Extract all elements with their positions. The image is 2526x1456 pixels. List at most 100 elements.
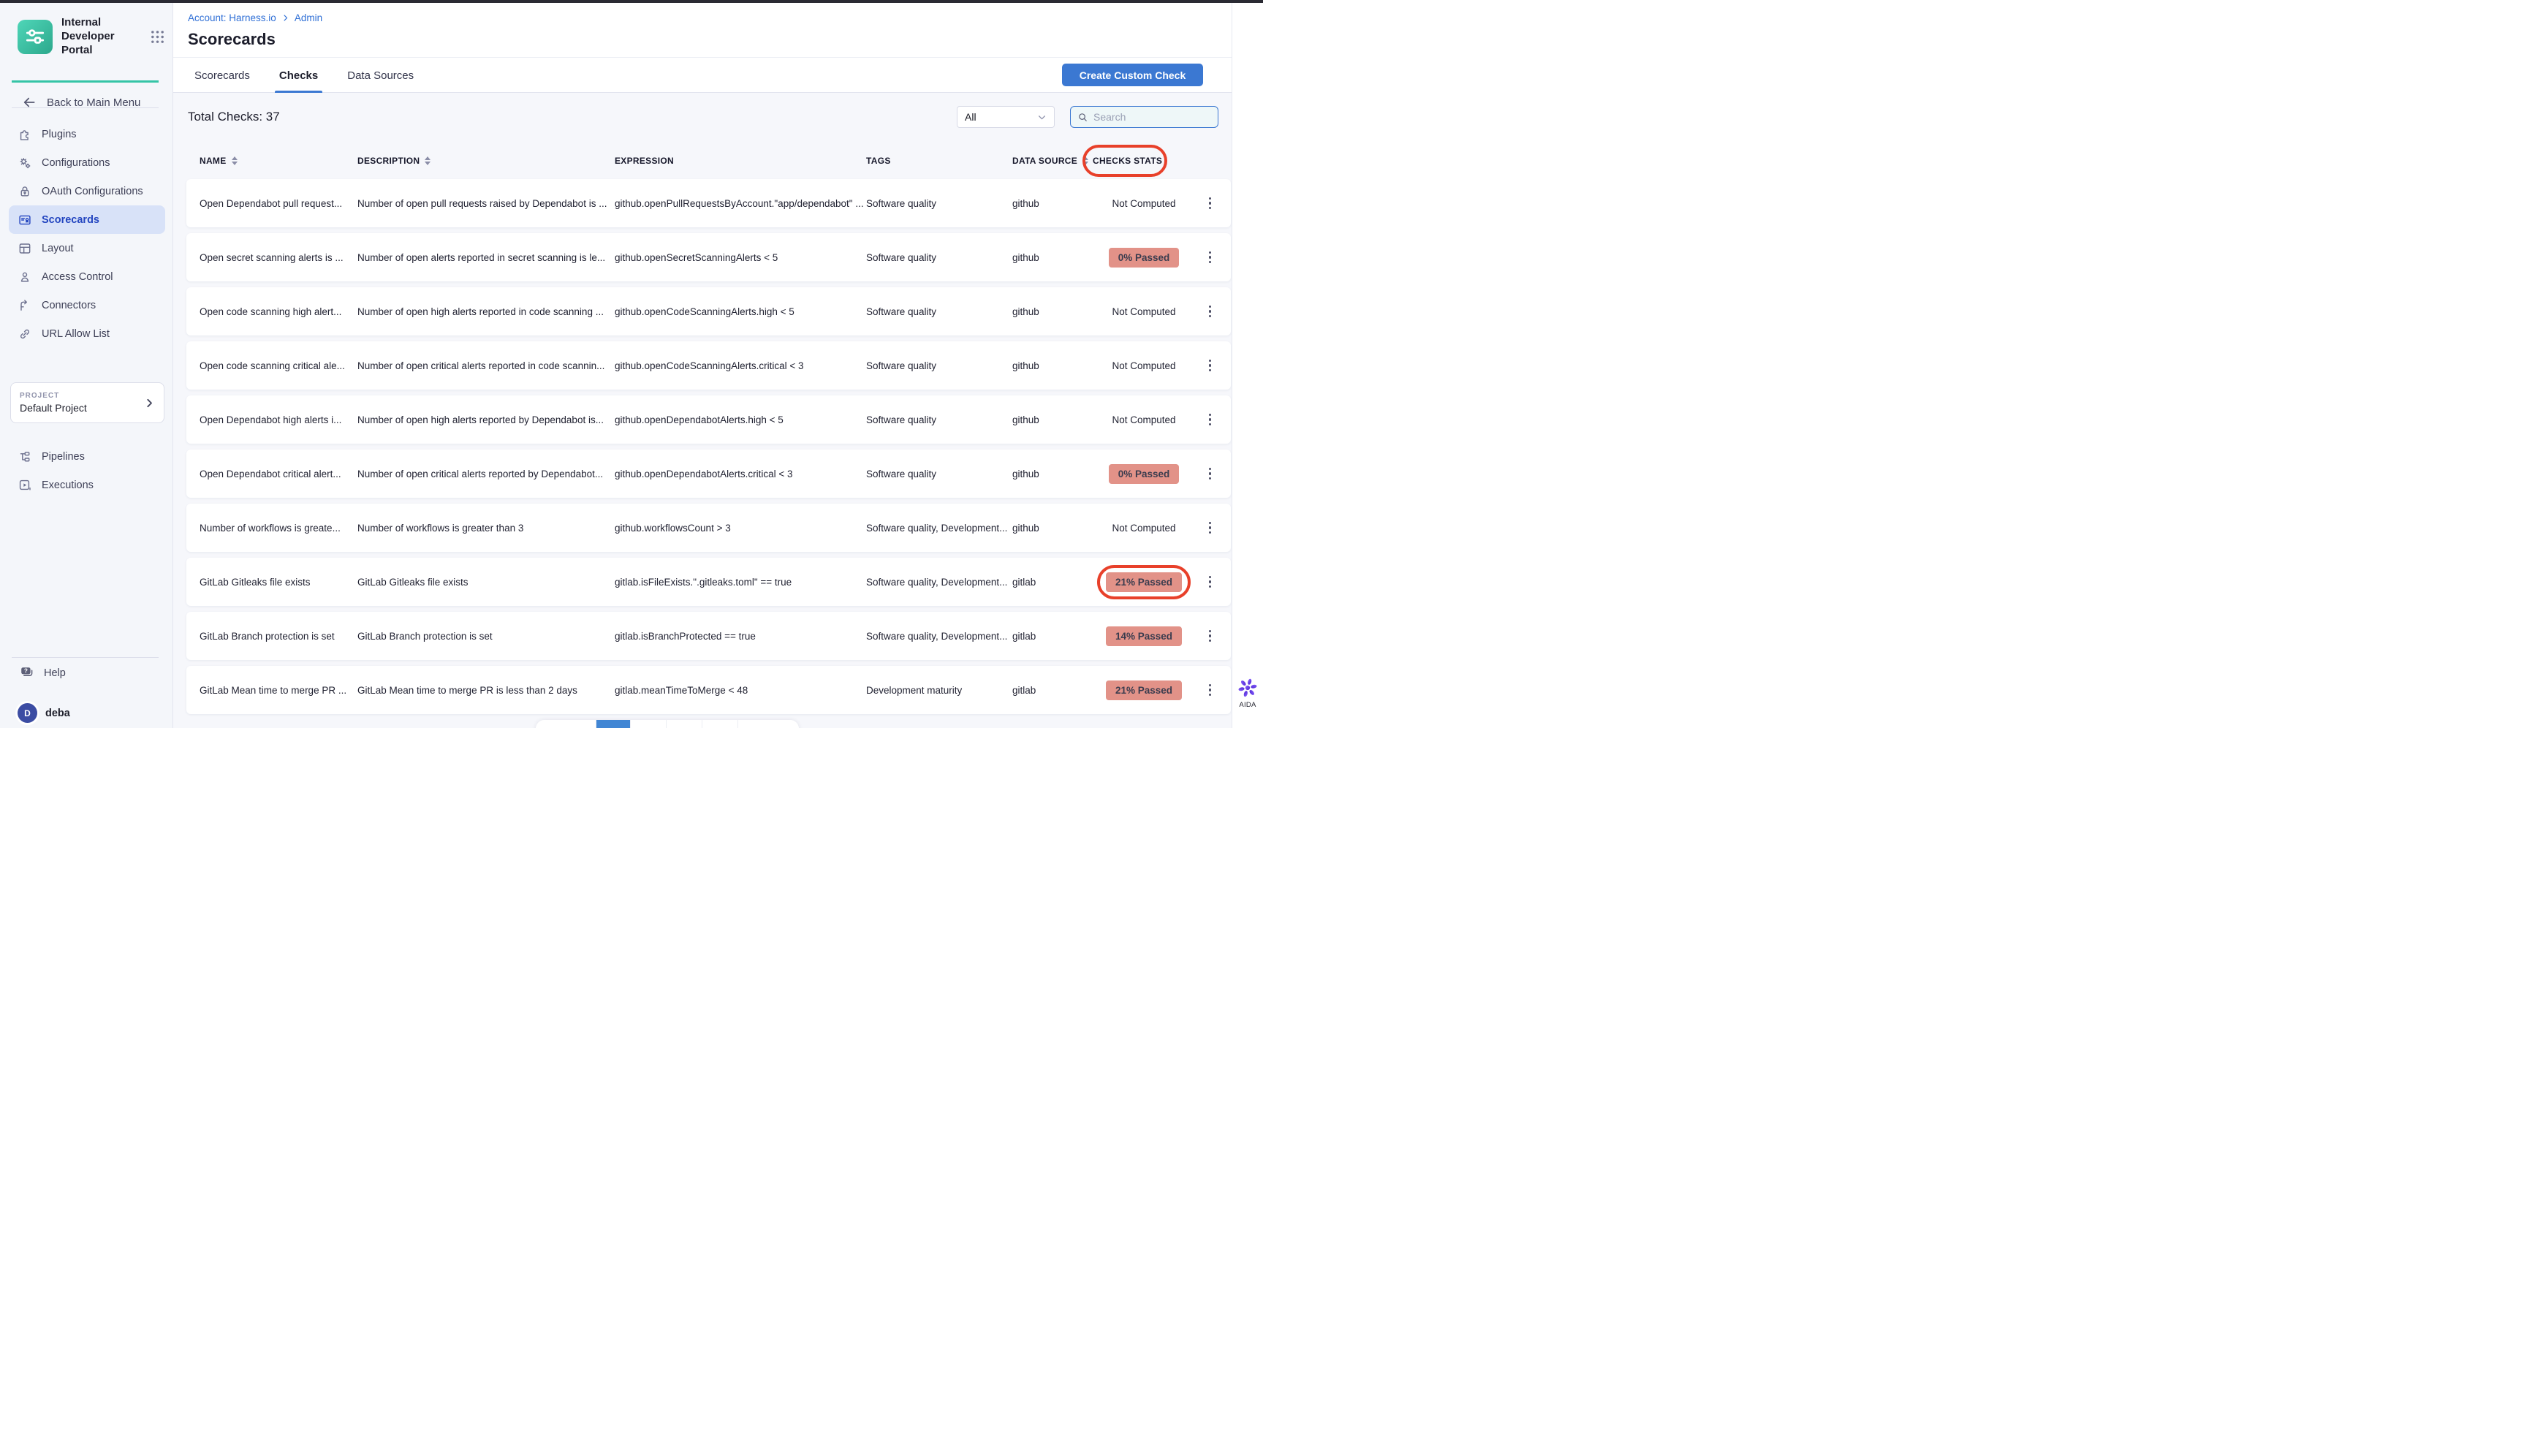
kebab-menu-icon[interactable] bbox=[1205, 248, 1215, 268]
check-description: GitLab Branch protection is set bbox=[357, 631, 615, 642]
column-label: TAGS bbox=[866, 156, 891, 166]
sidebar-item-label: Scorecards bbox=[42, 214, 99, 226]
table-row[interactable]: GitLab Branch protection is setGitLab Br… bbox=[186, 612, 1231, 660]
sidebar-item-label: URL Allow List bbox=[42, 328, 110, 340]
check-expression: github.openSecretScanningAlerts < 5 bbox=[615, 252, 866, 263]
row-actions-cell bbox=[1195, 194, 1231, 213]
column-header-description[interactable]: DESCRIPTION bbox=[357, 156, 615, 166]
aida-assistant-button[interactable]: AIDA bbox=[1232, 677, 1263, 709]
sidebar-divider bbox=[12, 107, 159, 108]
project-selector[interactable]: PROJECT Default Project bbox=[10, 382, 164, 423]
sort-icon[interactable] bbox=[232, 156, 238, 165]
sidebar-item-layout[interactable]: Layout bbox=[9, 234, 165, 262]
right-gutter: AIDA bbox=[1232, 3, 1263, 728]
stats-badge: 21% Passed bbox=[1106, 680, 1182, 700]
check-description: Number of open high alerts reported in c… bbox=[357, 306, 615, 317]
kebab-menu-icon[interactable] bbox=[1205, 302, 1215, 322]
grid-menu-icon[interactable] bbox=[150, 29, 165, 45]
table-row[interactable]: Open Dependabot pull request...Number of… bbox=[186, 179, 1231, 227]
check-description: Number of open high alerts reported by D… bbox=[357, 414, 615, 425]
check-name: Number of workflows is greate... bbox=[200, 523, 357, 534]
check-description: Number of open alerts reported in secret… bbox=[357, 252, 615, 263]
kebab-menu-icon[interactable] bbox=[1205, 356, 1215, 376]
table-row[interactable]: GitLab Mean time to merge PR ...GitLab M… bbox=[186, 666, 1231, 714]
pagination-page[interactable] bbox=[536, 720, 596, 728]
aida-flower-icon bbox=[1237, 677, 1259, 699]
kebab-menu-icon[interactable] bbox=[1205, 410, 1215, 430]
sidebar-item-plugins[interactable]: Plugins bbox=[9, 120, 165, 148]
user-menu[interactable]: D deba bbox=[18, 703, 70, 723]
check-description: Number of open pull requests raised by D… bbox=[357, 198, 615, 209]
tab-scorecards[interactable]: Scorecards bbox=[194, 58, 250, 93]
stats-badge: 0% Passed bbox=[1109, 248, 1180, 268]
project-nav: PipelinesExecutions bbox=[9, 442, 165, 499]
sidebar-item-access-control[interactable]: Access Control bbox=[9, 262, 165, 291]
tabs: Scorecards Checks Data Sources bbox=[194, 58, 414, 93]
person-icon bbox=[18, 270, 32, 284]
stats-text: Not Computed bbox=[1112, 523, 1175, 534]
check-name: Open code scanning high alert... bbox=[200, 306, 357, 317]
row-actions-cell bbox=[1195, 302, 1231, 322]
table-row[interactable]: Open secret scanning alerts is ...Number… bbox=[186, 233, 1231, 281]
sort-icon[interactable] bbox=[425, 156, 431, 165]
column-header-data-source[interactable]: DATA SOURCE bbox=[1012, 156, 1093, 166]
page-title: Scorecards bbox=[188, 30, 276, 49]
table-row[interactable]: Open code scanning critical ale...Number… bbox=[186, 341, 1231, 390]
stats-text: Not Computed bbox=[1112, 198, 1175, 209]
breadcrumb-link[interactable]: Admin bbox=[295, 12, 322, 23]
kebab-menu-icon[interactable] bbox=[1205, 680, 1215, 700]
check-data-source: github bbox=[1012, 198, 1093, 209]
sidebar-item-url-allow-list[interactable]: URL Allow List bbox=[9, 319, 165, 348]
sidebar-item-connectors[interactable]: Connectors bbox=[9, 291, 165, 319]
check-data-source: github bbox=[1012, 306, 1093, 317]
tab-checks[interactable]: Checks bbox=[279, 58, 318, 93]
column-header-name[interactable]: NAME bbox=[200, 156, 357, 166]
check-tags: Software quality bbox=[866, 306, 1012, 317]
pagination-page[interactable] bbox=[737, 720, 799, 728]
row-actions-cell bbox=[1195, 572, 1231, 592]
kebab-menu-icon[interactable] bbox=[1205, 572, 1215, 592]
sidebar-item-oauth-configurations[interactable]: OAuth Configurations bbox=[9, 177, 165, 205]
sidebar-item-scorecards[interactable]: Scorecards bbox=[9, 205, 165, 234]
check-stats-cell: Not Computed bbox=[1093, 306, 1195, 317]
chevron-down-icon bbox=[1037, 113, 1047, 122]
sidebar-item-pipelines[interactable]: Pipelines bbox=[9, 442, 165, 471]
check-tags: Software quality bbox=[866, 414, 1012, 425]
check-data-source: github bbox=[1012, 523, 1093, 534]
project-label: PROJECT bbox=[20, 392, 144, 400]
sidebar-item-executions[interactable]: Executions bbox=[9, 471, 165, 499]
pagination-page[interactable] bbox=[702, 720, 737, 728]
kebab-menu-icon[interactable] bbox=[1205, 518, 1215, 538]
check-tags: Software quality bbox=[866, 360, 1012, 371]
table-row[interactable]: Number of workflows is greate...Number o… bbox=[186, 504, 1231, 552]
table-row[interactable]: Open Dependabot high alerts i...Number o… bbox=[186, 395, 1231, 444]
search-input[interactable] bbox=[1093, 111, 1211, 123]
help-button[interactable]: ? Help bbox=[19, 665, 66, 681]
sidebar-item-configurations[interactable]: Configurations bbox=[9, 148, 165, 177]
pagination-active-page[interactable] bbox=[596, 720, 630, 728]
tab-data-sources[interactable]: Data Sources bbox=[347, 58, 414, 93]
filter-dropdown[interactable]: All bbox=[957, 106, 1055, 128]
checks-content: Total Checks: 37 All NAMEDESCRIPTIONEXPR bbox=[173, 93, 1232, 728]
check-data-source: github bbox=[1012, 360, 1093, 371]
aida-label: AIDA bbox=[1232, 701, 1263, 709]
pagination-page[interactable] bbox=[630, 720, 666, 728]
table-row[interactable]: GitLab Gitleaks file existsGitLab Gitlea… bbox=[186, 558, 1231, 606]
table-row[interactable]: Open Dependabot critical alert...Number … bbox=[186, 450, 1231, 498]
help-label: Help bbox=[44, 667, 66, 679]
check-name: Open code scanning critical ale... bbox=[200, 360, 357, 371]
check-description: GitLab Gitleaks file exists bbox=[357, 577, 615, 588]
avatar: D bbox=[18, 703, 37, 723]
kebab-menu-icon[interactable] bbox=[1205, 464, 1215, 484]
kebab-menu-icon[interactable] bbox=[1205, 626, 1215, 646]
column-label: DESCRIPTION bbox=[357, 156, 420, 166]
create-custom-check-button[interactable]: Create Custom Check bbox=[1062, 64, 1203, 86]
check-stats-cell: Not Computed bbox=[1093, 414, 1195, 425]
pagination-page[interactable] bbox=[666, 720, 702, 728]
sort-icon[interactable] bbox=[1082, 156, 1088, 165]
sidebar: Internal Developer Portal Back to Main M… bbox=[0, 3, 173, 728]
column-label: CHECKS STATS bbox=[1093, 156, 1162, 166]
kebab-menu-icon[interactable] bbox=[1205, 194, 1215, 213]
breadcrumb-link[interactable]: Account: Harness.io bbox=[188, 12, 276, 23]
table-row[interactable]: Open code scanning high alert...Number o… bbox=[186, 287, 1231, 335]
